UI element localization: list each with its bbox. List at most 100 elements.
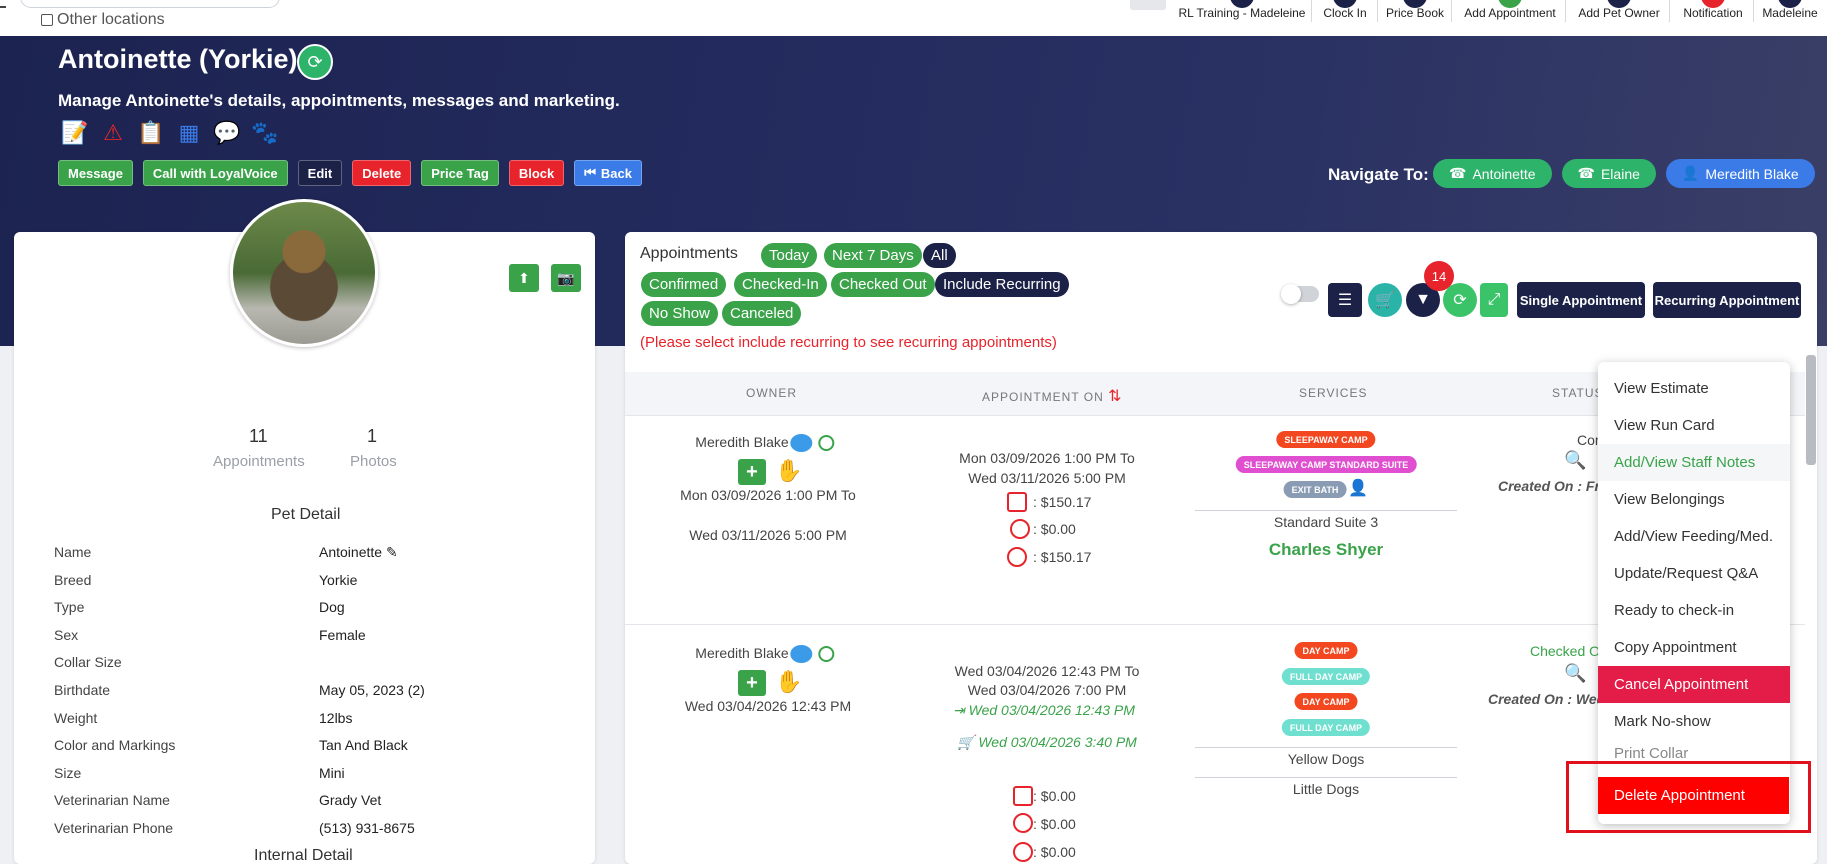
row2-owner[interactable]: Meredith Blake <box>695 645 835 664</box>
row2-hand-icon[interactable]: ✋ <box>775 669 802 695</box>
filter-checked-out[interactable]: Checked Out <box>831 272 935 297</box>
cart-button[interactable]: 🛒 <box>1368 283 1402 317</box>
location-search-input[interactable] <box>20 0 280 8</box>
topnav-price-book[interactable]: Price Book <box>1384 0 1452 36</box>
qr-code-icon[interactable]: ▦ <box>174 118 204 148</box>
payment-icon[interactable] <box>1010 519 1030 539</box>
row1-hand-icon[interactable]: ✋ <box>775 458 802 484</box>
filter-checked-in[interactable]: Checked-In <box>734 272 827 297</box>
other-locations-checkbox[interactable]: Other locations <box>41 11 165 29</box>
camera-button[interactable]: 📷 <box>551 264 581 292</box>
row1-staff[interactable]: Charles Shyer <box>1269 540 1383 560</box>
award-icon <box>818 646 835 663</box>
menu-update-request-qa[interactable]: Update/Request Q&A <box>1598 555 1790 592</box>
balance-icon[interactable] <box>1007 547 1027 567</box>
filter-all[interactable]: All <box>923 243 956 268</box>
topnav-add-pet-owner[interactable]: Add Pet Owner <box>1574 0 1670 36</box>
menu-add-view-feeding[interactable]: Add/View Feeding/Med. <box>1598 518 1790 555</box>
recurring-appointment-button[interactable]: Recurring Appointment <box>1653 282 1801 318</box>
menu-print-collar[interactable]: Print Collar <box>1598 740 1790 762</box>
row1-appt-start: Mon 03/09/2026 1:00 PM To <box>959 450 1135 466</box>
menu-view-run-card[interactable]: View Run Card <box>1598 407 1790 444</box>
checkbox-icon[interactable] <box>41 14 53 26</box>
filter-next-7-days[interactable]: Next 7 Days <box>824 243 922 268</box>
invoice-icon[interactable] <box>1013 786 1033 806</box>
delete-button[interactable]: Delete <box>352 160 412 186</box>
block-button[interactable]: Block <box>508 160 565 186</box>
menu-copy-appointment[interactable]: Copy Appointment <box>1598 629 1790 666</box>
menu-ready-to-check-in[interactable]: Ready to check-in <box>1598 592 1790 629</box>
row1-add-button[interactable]: + <box>738 459 766 485</box>
pet-status-badge-icon[interactable]: ⟳ <box>297 44 333 80</box>
upload-photo-button[interactable]: ⬆ <box>509 264 539 292</box>
menu-add-view-staff-notes[interactable]: Add/View Staff Notes <box>1598 444 1790 481</box>
single-appointment-button[interactable]: Single Appointment <box>1517 282 1645 318</box>
nav-pill-label: Antoinette <box>1472 165 1536 182</box>
paw-phone-icon[interactable]: 🐾 <box>250 118 280 148</box>
sort-icon[interactable]: ⇅ <box>1108 388 1122 405</box>
col-status: STATUS <box>1552 386 1604 400</box>
edit-button[interactable]: Edit <box>297 160 343 186</box>
topnav-clock-in[interactable]: Clock In <box>1318 0 1378 36</box>
view-toggle[interactable] <box>1281 284 1319 304</box>
balance-icon[interactable] <box>1013 842 1033 862</box>
nav-pill-meredith-blake[interactable]: 👤 Meredith Blake <box>1665 159 1815 188</box>
call-loyalvoice-button[interactable]: Call with LoyalVoice <box>142 160 288 186</box>
invoice-icon[interactable] <box>1007 492 1027 512</box>
menu-view-estimate[interactable]: View Estimate <box>1598 370 1790 407</box>
row1-owner[interactable]: Meredith Blake <box>695 434 835 453</box>
filter-include-recurring[interactable]: Include Recurring <box>935 272 1069 297</box>
col-appointment-on-label: APPOINTMENT ON <box>982 390 1104 404</box>
highlight-frame <box>1566 761 1811 833</box>
menu-cancel-appointment[interactable]: Cancel Appointment <box>1598 666 1790 703</box>
filter-canceled[interactable]: Canceled <box>722 301 802 326</box>
filter-no-show[interactable]: No Show <box>641 301 718 326</box>
plus-icon: + <box>746 460 758 483</box>
back-button[interactable]: ⏮ Back <box>574 160 642 186</box>
payment-icon[interactable] <box>1013 813 1033 833</box>
chat-bubbles-icon[interactable]: 💬 <box>212 118 242 148</box>
warning-icon[interactable]: ⚠ <box>98 118 128 148</box>
row2-appt-end: Wed 03/04/2026 7:00 PM <box>967 682 1127 698</box>
detail-row-sex: Sex Female <box>54 627 574 647</box>
nav-pill-elaine[interactable]: ☎ Elaine <box>1561 159 1656 188</box>
topnav-add-appointment[interactable]: Add Appointment <box>1460 0 1566 36</box>
detail-value: 12lbs <box>319 710 353 726</box>
chat-icon[interactable] <box>790 434 813 453</box>
services-divider <box>1195 747 1457 748</box>
col-appointment-on[interactable]: APPOINTMENT ON ⇅ <box>982 386 1123 406</box>
row2-add-button[interactable]: + <box>738 670 766 696</box>
row1-owner-date-start: Mon 03/09/2026 1:00 PM To <box>680 487 856 503</box>
row1-amount-total: : $150.17 <box>1033 494 1092 510</box>
col-services: SERVICES <box>1299 386 1368 400</box>
pet-action-buttons: Message Call with LoyalVoice Edit Delete… <box>58 160 642 186</box>
divider <box>1669 0 1670 22</box>
chat-icon[interactable] <box>790 645 813 664</box>
certificate-icon[interactable]: 📋 <box>136 118 166 148</box>
menu-mark-no-show[interactable]: Mark No-show <box>1598 703 1790 740</box>
filter-today[interactable]: Today <box>761 243 818 268</box>
nav-pill-antoinette[interactable]: ☎ Antoinette <box>1433 159 1552 188</box>
row2-view-icon[interactable]: 🔍 <box>1564 663 1586 684</box>
owner-name: Meredith Blake <box>695 645 789 661</box>
topnav-user-menu[interactable]: Madeleine <box>1762 0 1818 36</box>
table-scrollbar[interactable] <box>1806 355 1816 465</box>
filter-confirmed[interactable]: Confirmed <box>641 272 727 297</box>
refresh-button[interactable]: ⟳ <box>1443 283 1477 317</box>
detail-row-weight: Weight 12lbs <box>54 710 574 730</box>
sticky-note-icon[interactable]: 📝 <box>60 118 90 148</box>
detail-row-size: Size Mini <box>54 765 574 785</box>
topnav-notification[interactable]: Notification <box>1678 0 1754 36</box>
search-button[interactable] <box>1130 0 1166 10</box>
topnav-location[interactable]: RL Training - Madeleine <box>1178 0 1312 36</box>
row2-checkout-time: Wed 03/04/2026 3:40 PM <box>978 734 1137 750</box>
message-button[interactable]: Message <box>58 160 133 186</box>
menu-view-belongings[interactable]: View Belongings <box>1598 481 1790 518</box>
row1-view-icon[interactable]: 🔍 <box>1564 450 1586 471</box>
expand-button[interactable]: ⤢ <box>1480 283 1508 317</box>
pencil-icon[interactable]: ✎ <box>386 544 398 560</box>
list-view-button[interactable]: ☰ <box>1328 283 1362 317</box>
page-root: Other locations RL Training - Madeleine … <box>0 0 1827 864</box>
assign-staff-icon[interactable]: 👤 <box>1348 478 1368 498</box>
price-tag-button[interactable]: Price Tag <box>421 160 499 186</box>
